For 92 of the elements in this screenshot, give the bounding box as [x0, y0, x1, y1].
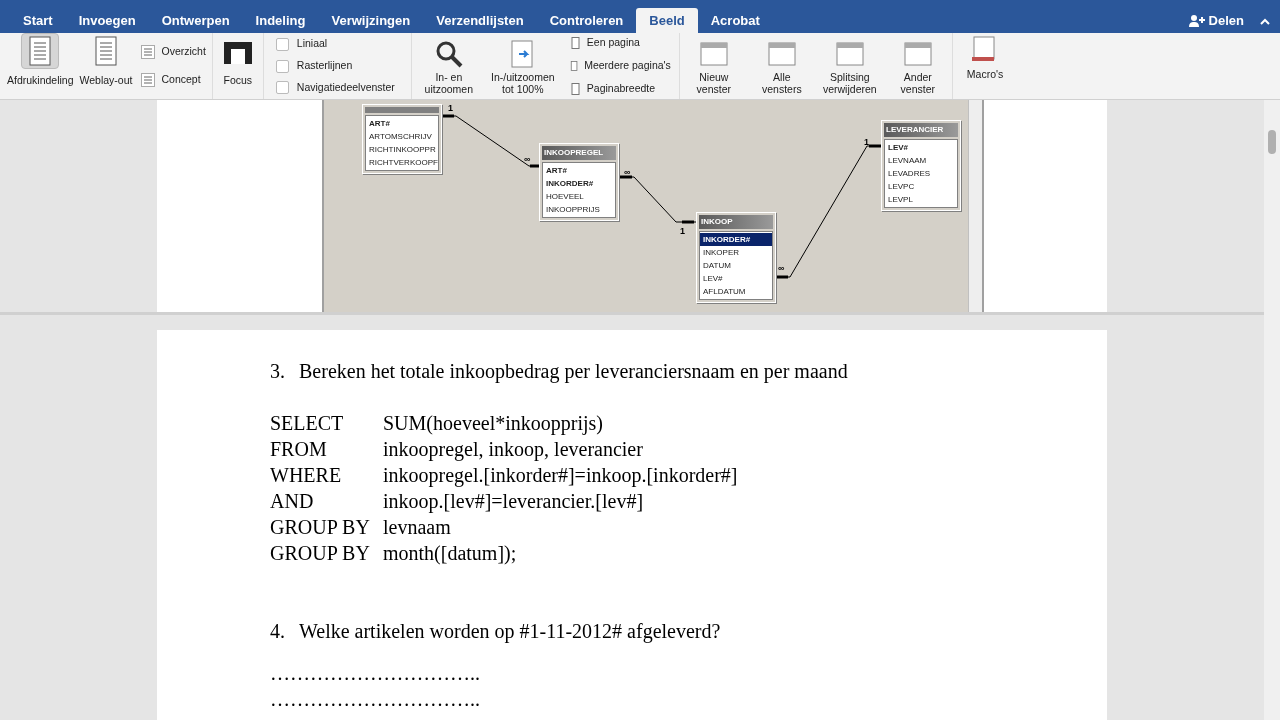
field-name: LEV#	[702, 273, 724, 285]
cardinality-label: ∞	[778, 264, 785, 273]
window-button[interactable]: Ander venster	[883, 33, 952, 99]
sql-keyword: GROUP BY	[270, 515, 371, 540]
field-name: LEV#	[887, 142, 909, 154]
macros-button[interactable]: Macro's	[951, 33, 1018, 99]
field-name: DATUM	[702, 260, 732, 272]
page-view-option[interactable]: Een pagina	[567, 35, 671, 52]
ribbon-tab[interactable]: Controleren	[536, 8, 637, 33]
field-name: ART#	[368, 118, 391, 130]
field-name: INKOPER	[702, 247, 740, 259]
cardinality-label: 1	[448, 104, 453, 113]
ribbon-tab[interactable]: Beeld	[636, 8, 698, 33]
window-button[interactable]: Alle vensters	[747, 33, 816, 99]
page-zoom-icon	[510, 40, 535, 68]
sql-clause: month([datum]);	[383, 541, 517, 566]
field-name: RICHTINKOOPPR	[368, 144, 437, 156]
field-name: ART#	[545, 165, 568, 177]
view-option[interactable]: Overzicht	[141, 44, 206, 60]
window-icon	[698, 39, 729, 67]
answer-line: …………………………..	[270, 687, 481, 712]
field-name: INKORDER#	[700, 233, 772, 246]
search-icon	[434, 40, 463, 68]
checkbox[interactable]	[275, 37, 289, 51]
focus-icon	[222, 41, 253, 66]
page-view-option[interactable]: Paginabreedte	[567, 80, 671, 97]
table-title: LEVERANCIER	[884, 123, 958, 137]
zoom-button[interactable]: In-/uitzoomen tot 100%	[485, 33, 560, 99]
cardinality-label: ∞	[624, 168, 631, 177]
sql-keyword: GROUP BY	[270, 541, 371, 566]
checkbox[interactable]	[275, 59, 289, 73]
share-button[interactable]: Delen	[1182, 8, 1250, 33]
ribbon-tab[interactable]: Verwijzingen	[318, 8, 424, 33]
window-button[interactable]: Nieuw venster	[679, 33, 748, 99]
sql-keyword: WHERE	[270, 463, 343, 488]
field-name: LEVPC	[887, 181, 916, 193]
field-name: HOEVEEL	[545, 191, 585, 203]
field-name: LEVADRES	[887, 168, 932, 180]
field-name: INKOOPPRIJS	[545, 204, 601, 216]
sql-clause: inkoopregel, inkoop, leverancier	[383, 437, 643, 462]
cardinality-label: ∞	[524, 155, 531, 164]
ribbon-tab[interactable]: Invoegen	[65, 8, 149, 33]
sql-clause: inkoop.[lev#]=leverancier.[lev#]	[383, 489, 644, 514]
field-name: ARTOMSCHRIJV	[368, 131, 433, 143]
field-name: RICHTVERKOOPF	[368, 157, 438, 169]
lines-icon	[141, 45, 156, 60]
view-button[interactable]: Weblay-out	[76, 33, 136, 99]
view-option[interactable]: Concept	[141, 72, 206, 88]
ribbon-tab[interactable]: Ontwerpen	[148, 8, 243, 33]
focus-button[interactable]: Focus	[212, 33, 264, 99]
page-view-option[interactable]: Meerdere pagina's	[567, 58, 671, 74]
question-text: Welke artikelen worden op #1-11-2012# afgeleverd?	[299, 619, 721, 644]
question-text: Bereken het totale inkoopbedrag per leveranciersnaam en per maand	[299, 359, 848, 384]
field-name: INKORDER#	[545, 178, 595, 190]
question-number: 3.	[270, 359, 286, 384]
window-button[interactable]: Splitsing verwijderen	[815, 33, 884, 99]
collapse-icon[interactable]	[1260, 18, 1270, 25]
checkbox[interactable]	[275, 81, 289, 95]
scrollbar[interactable]	[968, 100, 982, 312]
sql-keyword: FROM	[270, 437, 328, 462]
checkbox-option[interactable]: Rasterlijnen	[275, 58, 399, 74]
answer-line: …………………………..	[270, 661, 481, 686]
checkbox-option[interactable]: Liniaal	[275, 36, 399, 53]
sql-clause: levnaam	[383, 515, 451, 540]
add-person-icon	[1188, 14, 1205, 27]
window-icon	[834, 39, 865, 67]
page-icon	[29, 36, 52, 67]
field-name: LEVPL	[887, 194, 914, 206]
lines-icon	[141, 72, 156, 87]
zoom-button[interactable]: In- en uitzoomen	[411, 33, 486, 99]
cardinality-label: 1	[680, 227, 685, 236]
scrollbar[interactable]	[1264, 100, 1280, 720]
table-title: INKOOP	[699, 215, 773, 229]
sql-keyword: SELECT	[270, 411, 345, 436]
cardinality-label: 1	[864, 138, 869, 147]
view-button[interactable]: Afdrukindeling	[4, 33, 77, 99]
question-number: 4.	[270, 619, 286, 644]
sql-keyword: AND	[270, 489, 315, 514]
scroll-thumb[interactable]	[1268, 130, 1276, 154]
checkbox-option[interactable]: Navigatiedeelvenster	[275, 79, 399, 96]
ribbon-tab[interactable]: Verzendlijsten	[423, 8, 537, 33]
ribbon-tab[interactable]: Indeling	[242, 8, 319, 33]
sql-clause: inkoopregel.[inkorder#]=inkoop.[inkorder#]	[383, 463, 738, 488]
page-icon	[95, 36, 117, 67]
ribbon-tab[interactable]: Start	[10, 8, 66, 33]
table-title: INKOOPREGEL	[542, 146, 616, 160]
field-name: LEVNAAM	[887, 155, 928, 167]
sql-clause: SUM(hoeveel*inkoopprijs)	[383, 411, 603, 436]
window-icon	[902, 39, 933, 67]
window-icon	[766, 39, 797, 67]
field-name: AFLDATUM	[702, 286, 747, 298]
ribbon-tab[interactable]: Acrobat	[697, 8, 773, 33]
